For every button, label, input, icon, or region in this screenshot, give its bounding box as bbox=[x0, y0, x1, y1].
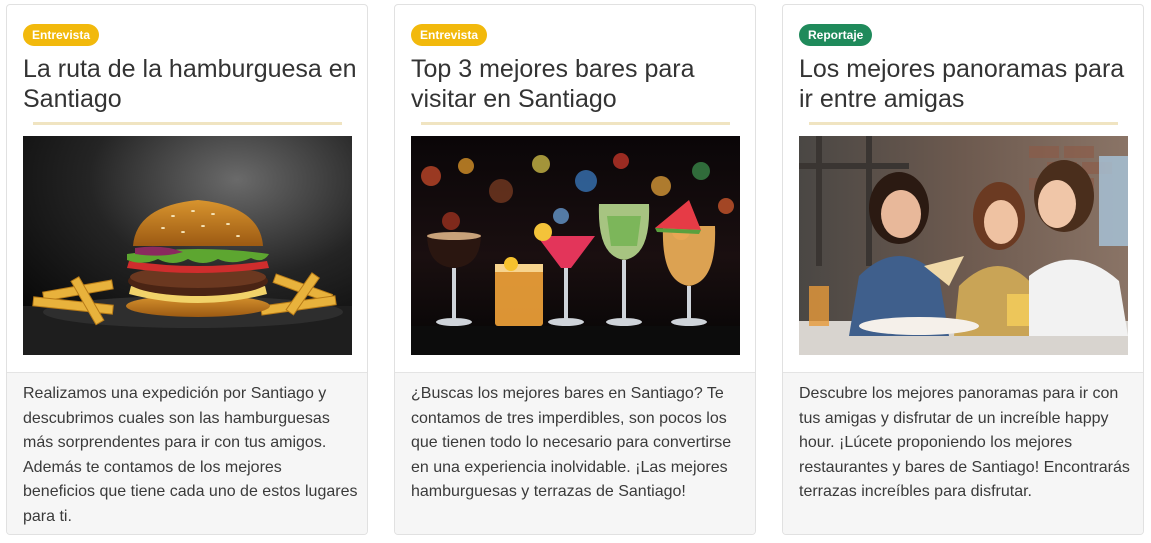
card-excerpt: Realizamos una expedición por Santiago y… bbox=[23, 385, 358, 525]
card-header: Entrevista La ruta de la hamburguesa en … bbox=[7, 5, 367, 372]
article-cards: Entrevista La ruta de la hamburguesa en … bbox=[0, 0, 1151, 543]
article-card[interactable]: Entrevista La ruta de la hamburguesa en … bbox=[6, 4, 368, 535]
card-title[interactable]: Los mejores panoramas para ir entre amig… bbox=[799, 54, 1137, 114]
title-divider bbox=[33, 122, 342, 125]
card-excerpt: ¿Buscas los mejores bares en Santiago? T… bbox=[411, 385, 732, 500]
burger-photo[interactable] bbox=[23, 136, 352, 355]
card-excerpt: Descubre los mejores panoramas para ir c… bbox=[799, 385, 1130, 500]
card-title[interactable]: Top 3 mejores bares para visitar en Sant… bbox=[411, 54, 749, 114]
friends-photo[interactable] bbox=[799, 136, 1128, 355]
card-header: Reportaje Los mejores panoramas para ir … bbox=[783, 5, 1143, 372]
card-body: ¿Buscas los mejores bares en Santiago? T… bbox=[395, 372, 755, 534]
card-header: Entrevista Top 3 mejores bares para visi… bbox=[395, 5, 755, 372]
title-divider bbox=[809, 122, 1118, 125]
card-title[interactable]: La ruta de la hamburguesa en Santiago bbox=[23, 54, 361, 114]
card-body: Realizamos una expedición por Santiago y… bbox=[7, 372, 367, 534]
title-divider bbox=[421, 122, 730, 125]
card-body: Descubre los mejores panoramas para ir c… bbox=[783, 372, 1143, 534]
category-badge: Entrevista bbox=[411, 24, 488, 46]
cocktails-photo[interactable] bbox=[411, 136, 740, 355]
category-badge: Reportaje bbox=[799, 24, 873, 46]
category-badge: Entrevista bbox=[23, 24, 100, 46]
article-card[interactable]: Entrevista Top 3 mejores bares para visi… bbox=[394, 4, 756, 535]
article-card[interactable]: Reportaje Los mejores panoramas para ir … bbox=[782, 4, 1144, 535]
